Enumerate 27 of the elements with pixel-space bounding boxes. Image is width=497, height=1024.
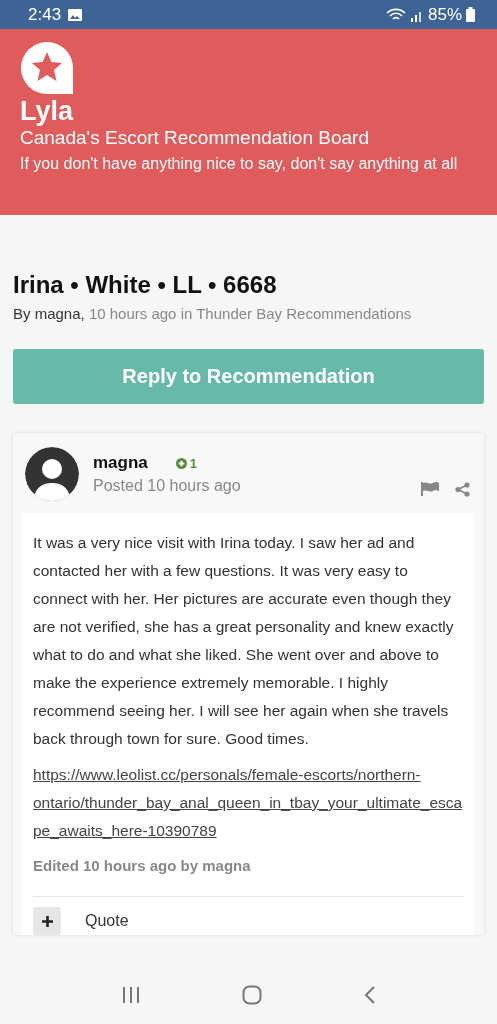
site-name[interactable]: Lyla <box>20 96 477 126</box>
quote-button[interactable]: Quote <box>85 912 129 930</box>
reputation-count: 1 <box>175 455 198 471</box>
share-icon[interactable] <box>455 482 470 497</box>
plus-circle-icon <box>175 457 187 469</box>
avatar-icon[interactable] <box>25 447 79 501</box>
back-icon[interactable] <box>364 985 377 1005</box>
edit-note: Edited 10 hours ago by magna <box>33 857 252 874</box>
recent-apps-icon[interactable] <box>120 986 141 1004</box>
clock: 2:43 <box>28 4 62 25</box>
site-tagline: Canada's Escort Recommendation Board <box>20 126 370 150</box>
topic-title: Irina • White • LL • 6668 <box>13 270 278 300</box>
star-logo-icon <box>20 41 74 95</box>
post-author[interactable]: magna <box>93 453 148 473</box>
home-icon[interactable] <box>242 985 263 1005</box>
post-body: It was a very nice visit with Irina today. I saw her ad and contacted her with a few questions. It was very easy to connect with her. Her pictures are accurate even though they are not verified, she has a great personality and knew exactly what to do and what she liked. She went over and above to make the experience extremely memorable. I highly recommend seeing her. I will see her again when she travels back through town for sure. Good times. <box>33 533 455 749</box>
site-motto: If you don't have anything nice to say, don't say anything at all <box>20 154 459 174</box>
flag-icon[interactable] <box>421 482 439 496</box>
byline-text: 10 hours ago in Thunder Bay Recommendations <box>88 305 412 322</box>
image-icon <box>67 7 84 22</box>
battery-icon <box>466 7 475 22</box>
plus-button[interactable] <box>33 907 61 935</box>
byline-author[interactable]: By magna, <box>13 305 85 322</box>
post-link[interactable]: https://www.leolist.cc/personals/female-escorts/northern-ontario/thunder_bay_anal_queen_in_tbay_your_ultimate_escape_awaits_here-10390789 <box>33 761 464 845</box>
battery-percentage: 85% <box>427 4 462 25</box>
plus-icon <box>41 915 53 927</box>
post-time: Posted 10 hours ago <box>93 477 242 495</box>
